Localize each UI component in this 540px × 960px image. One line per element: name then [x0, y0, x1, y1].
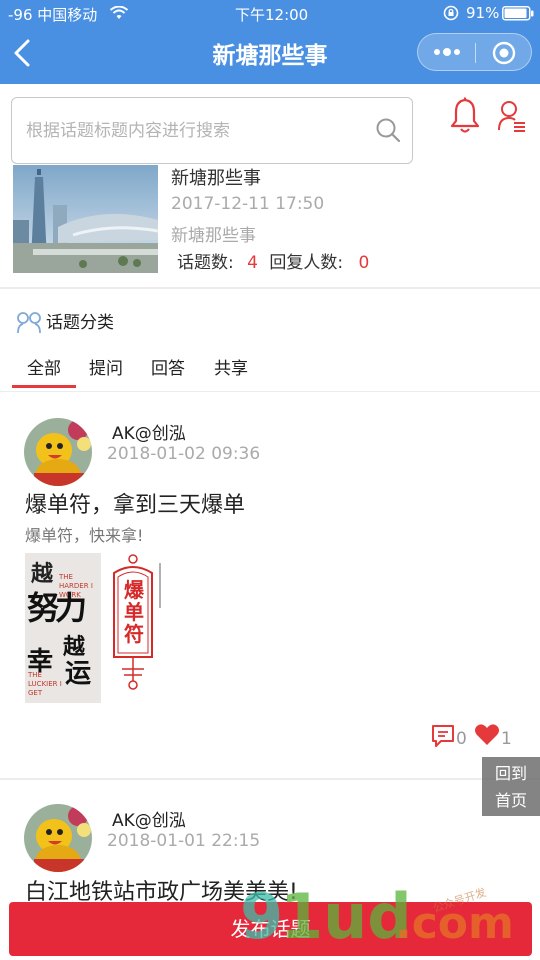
user-list-icon[interactable] — [497, 100, 527, 134]
comment-count: 0 — [456, 729, 467, 749]
section-divider — [0, 287, 540, 289]
post-title[interactable]: 爆单符，拿到三天爆单 — [25, 487, 245, 519]
bell-icon[interactable] — [449, 97, 481, 135]
tab-share[interactable]: 共享 — [214, 354, 248, 379]
active-tab-indicator — [12, 385, 76, 388]
reply-count: 0 — [358, 253, 370, 273]
category-label: 话题分类 — [46, 313, 114, 333]
target-circle-icon — [492, 41, 516, 65]
tab-question[interactable]: 提问 — [89, 354, 123, 379]
post-time: 2018-01-02 09:36 — [107, 444, 261, 464]
post-time: 2018-01-01 22:15 — [107, 831, 261, 851]
tab-answer[interactable]: 回答 — [151, 354, 185, 379]
avatar[interactable] — [24, 418, 92, 486]
more-button[interactable] — [418, 34, 475, 70]
search-icon[interactable] — [375, 117, 401, 143]
post-username[interactable]: AK@创泓 — [112, 806, 186, 831]
group-stats: 话题数: 4 回复人数: 0 — [177, 248, 369, 273]
group-subtitle: 新塘那些事 — [171, 226, 256, 246]
category-icon — [17, 312, 41, 334]
battery-percent: 91% — [466, 4, 500, 22]
group-date: 2017-12-11 17:50 — [171, 194, 325, 214]
topic-count-label: 话题数: — [177, 253, 234, 273]
lock-rotation-icon — [443, 5, 459, 21]
post-image[interactable]: 越 THE HARDER I WORK 努力 越 幸 运 THE LUCKIER… — [25, 553, 101, 703]
back-to-home-button[interactable]: 回到 首页 — [482, 757, 540, 816]
avatar[interactable] — [24, 804, 92, 872]
tabs-divider — [0, 391, 540, 392]
group-title: 新塘那些事 — [171, 168, 261, 189]
heart-icon[interactable] — [474, 723, 500, 747]
reply-count-label: 回复人数: — [269, 253, 344, 273]
post-username[interactable]: AK@创泓 — [112, 419, 186, 444]
status-time: 下午12:00 — [235, 6, 309, 24]
tab-all[interactable]: 全部 — [27, 354, 61, 379]
post-divider — [0, 778, 540, 780]
close-mini-program-button[interactable] — [476, 34, 533, 70]
wifi-icon — [110, 6, 128, 19]
like-count: 1 — [501, 729, 512, 749]
battery-icon — [502, 6, 534, 21]
more-dots-icon — [434, 48, 460, 56]
search-box[interactable] — [11, 97, 413, 164]
topic-count: 4 — [247, 253, 258, 273]
search-input[interactable] — [26, 116, 356, 146]
post-excerpt: 爆单符，快来拿! — [25, 526, 144, 545]
carrier-signal: -96 中国移动 — [8, 6, 98, 24]
post-image[interactable]: 爆单符 — [108, 553, 172, 703]
nav-bar: -96 中国移动 下午12:00 91% 新塘那些事 — [0, 0, 540, 84]
group-cover-image — [13, 165, 158, 273]
comment-icon[interactable] — [430, 723, 456, 749]
mini-program-capsule — [417, 33, 532, 71]
